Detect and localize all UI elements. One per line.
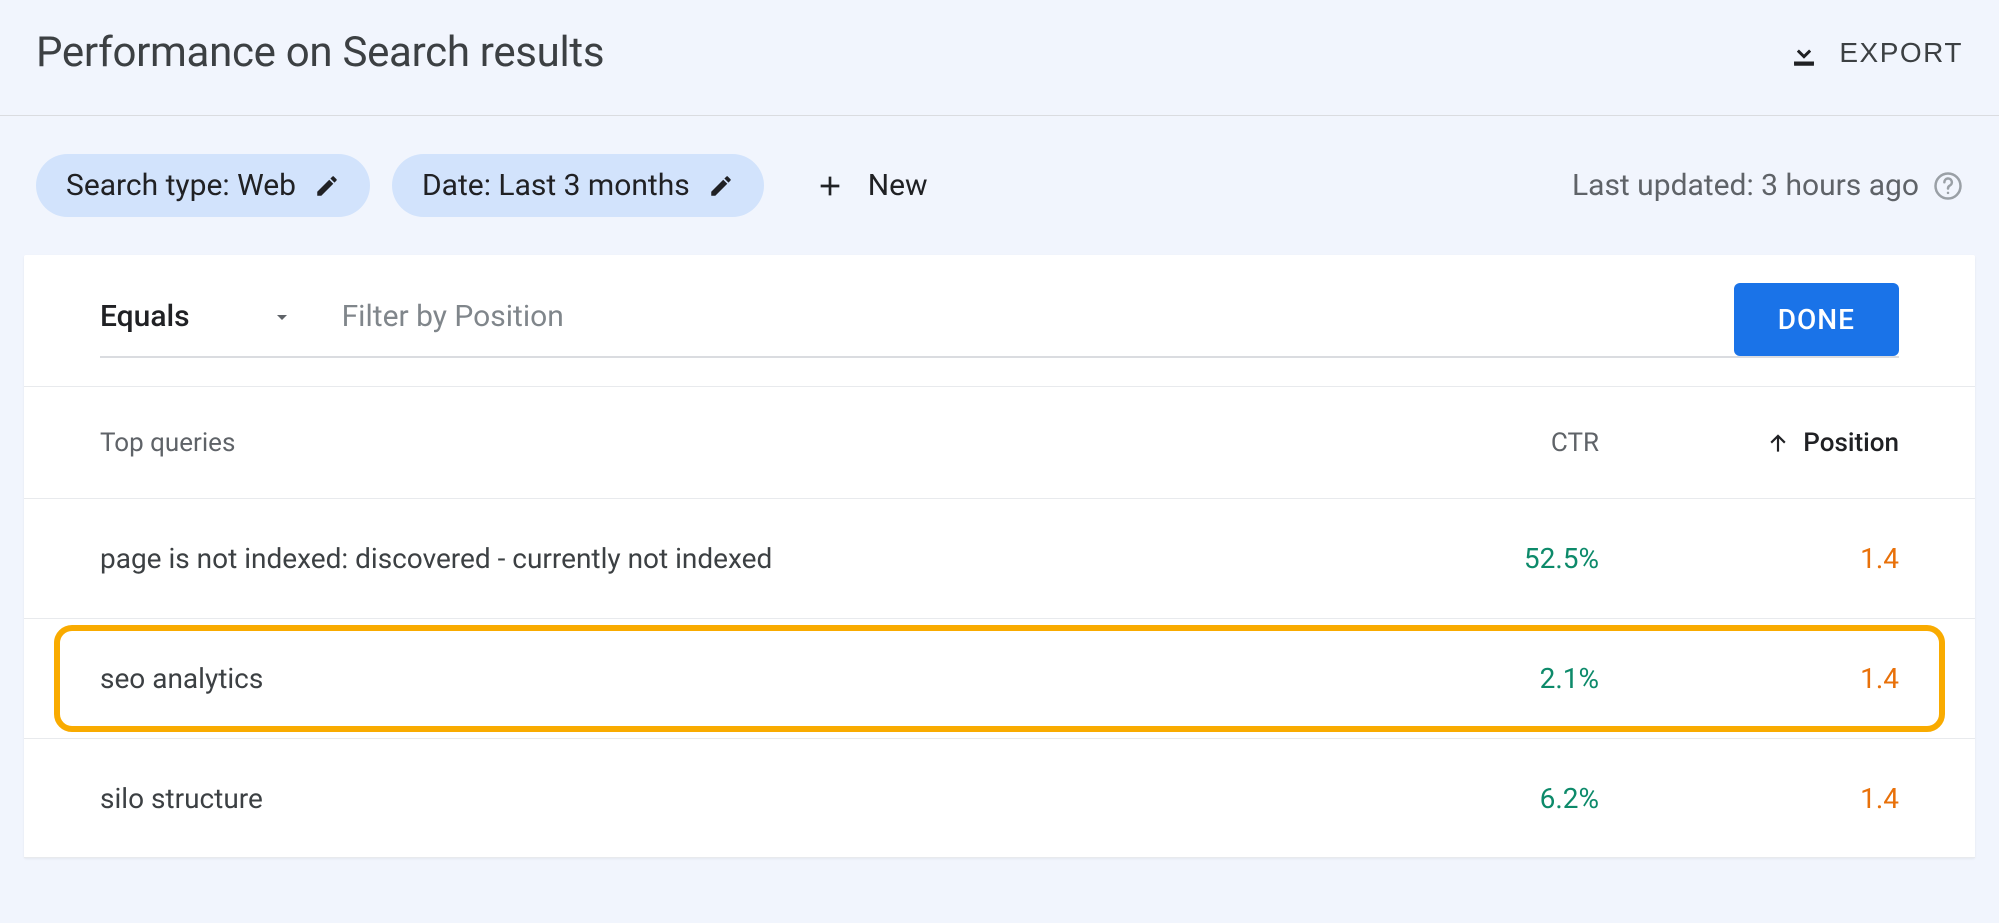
query-cell: seo analytics [100, 662, 1339, 695]
new-label: New [868, 168, 928, 203]
date-range-chip[interactable]: Date: Last 3 months [392, 154, 764, 217]
table-row[interactable]: silo structure 6.2% 1.4 [24, 738, 1975, 858]
queries-table: Top queries CTR Position page is not ind… [24, 386, 1975, 858]
page-header: Performance on Search results EXPORT [0, 0, 1999, 116]
export-button[interactable]: EXPORT [1787, 36, 1963, 70]
table-row[interactable]: page is not indexed: discovered - curren… [24, 498, 1975, 618]
add-filter-button[interactable]: New [798, 168, 944, 203]
table-header-row: Top queries CTR Position [24, 386, 1975, 498]
ctr-cell: 52.5% [1339, 542, 1599, 575]
ctr-cell: 6.2% [1339, 782, 1599, 815]
search-type-chip[interactable]: Search type: Web [36, 154, 370, 217]
done-button[interactable]: DONE [1734, 283, 1899, 356]
query-cell: page is not indexed: discovered - curren… [100, 542, 1339, 575]
col-header-position[interactable]: Position [1599, 428, 1899, 458]
chip-label: Date: Last 3 months [422, 168, 690, 203]
last-updated-text: Last updated: 3 hours ago [1572, 168, 1919, 203]
chevron-down-icon [270, 305, 294, 329]
position-cell: 1.4 [1599, 662, 1899, 695]
results-card: Equals DONE Top queries CTR Position pag… [24, 255, 1975, 858]
filters-row: Search type: Web Date: Last 3 months New… [0, 116, 1999, 255]
download-icon [1787, 36, 1821, 70]
position-cell: 1.4 [1599, 542, 1899, 575]
filter-input-wrap [342, 287, 1706, 352]
page-title: Performance on Search results [36, 28, 604, 77]
col-header-query[interactable]: Top queries [100, 428, 1339, 458]
filter-underline [100, 356, 1899, 358]
ctr-cell: 2.1% [1339, 662, 1599, 695]
table-row[interactable]: seo analytics 2.1% 1.4 [24, 618, 1975, 738]
pencil-icon [708, 173, 734, 199]
query-cell: silo structure [100, 782, 1339, 815]
filter-operator-dropdown[interactable]: Equals [100, 287, 294, 352]
chip-label: Search type: Web [66, 168, 296, 203]
export-label: EXPORT [1839, 37, 1963, 69]
arrow-up-icon [1765, 430, 1791, 456]
plus-icon [814, 170, 846, 202]
last-updated: Last updated: 3 hours ago [1572, 168, 1963, 203]
position-cell: 1.4 [1599, 782, 1899, 815]
position-filter-bar: Equals DONE [24, 255, 1975, 356]
help-icon[interactable] [1933, 171, 1963, 201]
pencil-icon [314, 173, 340, 199]
operator-label: Equals [100, 299, 190, 334]
position-filter-input[interactable] [342, 287, 1706, 352]
position-header-label: Position [1803, 428, 1899, 458]
col-header-ctr[interactable]: CTR [1339, 428, 1599, 458]
